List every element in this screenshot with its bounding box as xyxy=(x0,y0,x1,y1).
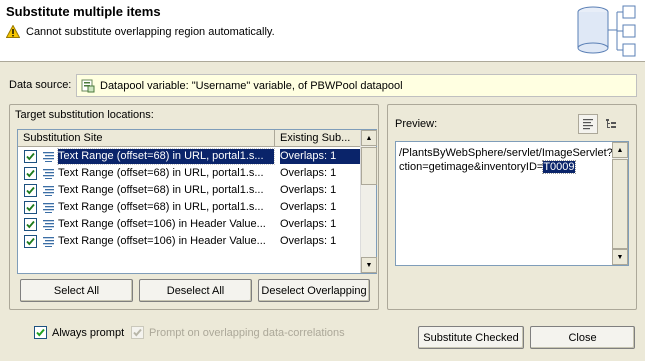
row-checkbox[interactable] xyxy=(24,184,37,197)
deselect-overlapping-button[interactable]: Deselect Overlapping xyxy=(258,279,370,302)
cell-existing-sub: Overlaps: 1 xyxy=(280,184,337,196)
substitute-checked-button[interactable]: Substitute Checked xyxy=(418,326,524,349)
table-rows: Text Range (offset=68) in URL, portal1.s… xyxy=(18,148,361,250)
checkmark-icon xyxy=(26,237,35,246)
row-checkbox[interactable] xyxy=(24,218,37,231)
preview-text-view-button[interactable] xyxy=(578,114,598,134)
checkmark-icon xyxy=(26,220,35,229)
scroll-down-button[interactable]: ▼ xyxy=(361,257,377,273)
table-vertical-scrollbar[interactable]: ▲ ▼ xyxy=(360,130,377,273)
text-view-icon xyxy=(583,119,593,130)
checkmark-icon xyxy=(133,328,142,337)
cell-substitution-site: Text Range (offset=106) in Header Value.… xyxy=(58,218,266,230)
checkmark-icon xyxy=(36,328,45,337)
cell-substitution-site: Text Range (offset=106) in Header Value.… xyxy=(58,235,266,247)
target-locations-table[interactable]: Substitution Site Existing Sub... Text R… xyxy=(17,129,377,274)
cell-substitution-site: Text Range (offset=68) in URL, portal1.s… xyxy=(58,201,264,213)
datasource-label: Data source: xyxy=(9,79,72,91)
cell-existing-sub: Overlaps: 1 xyxy=(280,235,337,247)
preview-highlight: T0009 xyxy=(542,160,576,174)
checkmark-icon xyxy=(26,169,35,178)
preview-tree-view-button[interactable] xyxy=(601,114,621,134)
preview-scroll-down-button[interactable]: ▼ xyxy=(612,249,628,265)
table-header: Substitution Site Existing Sub... xyxy=(18,130,361,147)
datapool-icon xyxy=(81,79,95,92)
row-checkbox[interactable] xyxy=(24,201,37,214)
always-prompt-label: Always prompt xyxy=(52,326,125,339)
checkmark-icon xyxy=(26,203,35,212)
preview-scroll-thumb[interactable] xyxy=(612,159,628,249)
preview-vertical-scrollbar[interactable]: ▲ ▼ xyxy=(612,142,628,265)
preview-line-1: /PlantsByWebSphere/servlet/ImageServlet?… xyxy=(399,147,619,159)
row-checkbox[interactable] xyxy=(24,167,37,180)
warning-icon xyxy=(6,25,20,38)
scroll-thumb[interactable] xyxy=(361,147,377,185)
preview-text-area[interactable]: /PlantsByWebSphere/servlet/ImageServlet?… xyxy=(395,141,629,266)
datasource-value: Datapool variable: "Username" variable, … xyxy=(100,79,403,92)
text-range-icon xyxy=(43,220,54,230)
column-header-existing-sub[interactable]: Existing Sub... xyxy=(275,130,361,147)
cell-substitution-site: Text Range (offset=68) in URL, portal1.s… xyxy=(57,148,275,165)
table-row[interactable]: Text Range (offset=68) in URL, portal1.s… xyxy=(18,199,361,216)
checkmark-icon xyxy=(26,152,35,161)
prompt-overlapping-label: Prompt on overlapping data-correlations xyxy=(149,326,345,339)
checkmark-icon xyxy=(26,186,35,195)
dialog-message-row: Cannot substitute overlapping region aut… xyxy=(6,25,275,38)
select-all-button[interactable]: Select All xyxy=(20,279,133,302)
datasource-field[interactable]: Datapool variable: "Username" variable, … xyxy=(76,74,637,97)
cell-existing-sub: Overlaps: 1 xyxy=(280,167,337,179)
cell-existing-sub: Overlaps: 1 xyxy=(280,201,337,213)
preview-line-2: ction=getimage&inventoryID=T0009 xyxy=(399,160,576,174)
wizard-database-icon xyxy=(577,5,636,57)
preview-scroll-up-button[interactable]: ▲ xyxy=(612,142,628,158)
dialog-title: Substitute multiple items xyxy=(6,4,161,19)
text-range-icon xyxy=(43,186,54,196)
row-checkbox[interactable] xyxy=(24,235,37,248)
deselect-all-button[interactable]: Deselect All xyxy=(139,279,252,302)
table-row[interactable]: Text Range (offset=106) in Header Value.… xyxy=(18,216,361,233)
cell-substitution-site: Text Range (offset=68) in URL, portal1.s… xyxy=(58,184,264,196)
cell-substitution-site: Text Range (offset=68) in URL, portal1.s… xyxy=(58,167,264,179)
always-prompt-option[interactable]: Always prompt xyxy=(34,326,124,339)
dialog-message: Cannot substitute overlapping region aut… xyxy=(26,25,275,38)
always-prompt-checkbox[interactable] xyxy=(34,326,47,339)
column-header-substitution-site[interactable]: Substitution Site xyxy=(18,130,275,147)
prompt-overlapping-option[interactable]: Prompt on overlapping data-correlations xyxy=(131,326,345,339)
preview-group: Preview: /PlantsByWebSphere/servlet/Imag… xyxy=(387,104,637,310)
table-row[interactable]: Text Range (offset=68) in URL, portal1.s… xyxy=(18,182,361,199)
table-row[interactable]: Text Range (offset=68) in URL, portal1.s… xyxy=(18,165,361,182)
scroll-up-button[interactable]: ▲ xyxy=(361,130,377,146)
prompt-overlapping-checkbox[interactable] xyxy=(131,326,144,339)
target-locations-group: Target substitution locations: Substitut… xyxy=(9,104,379,310)
cell-existing-sub: Overlaps: 1 xyxy=(280,149,360,164)
text-range-icon xyxy=(43,203,54,213)
text-range-icon xyxy=(43,169,54,179)
cell-existing-sub: Overlaps: 1 xyxy=(280,218,337,230)
row-checkbox[interactable] xyxy=(24,150,37,163)
tree-view-icon xyxy=(606,119,616,128)
table-row[interactable]: Text Range (offset=106) in Header Value.… xyxy=(18,233,361,250)
target-locations-label: Target substitution locations: xyxy=(15,109,154,121)
preview-line-2-text: ction=getimage&inventoryID= xyxy=(399,161,544,173)
dialog-banner: Substitute multiple items Cannot substit… xyxy=(0,0,645,62)
preview-label: Preview: xyxy=(395,118,438,130)
table-row[interactable]: Text Range (offset=68) in URL, portal1.s… xyxy=(18,148,361,165)
close-button[interactable]: Close xyxy=(530,326,635,349)
text-range-icon xyxy=(43,237,54,247)
text-range-icon xyxy=(43,152,54,162)
